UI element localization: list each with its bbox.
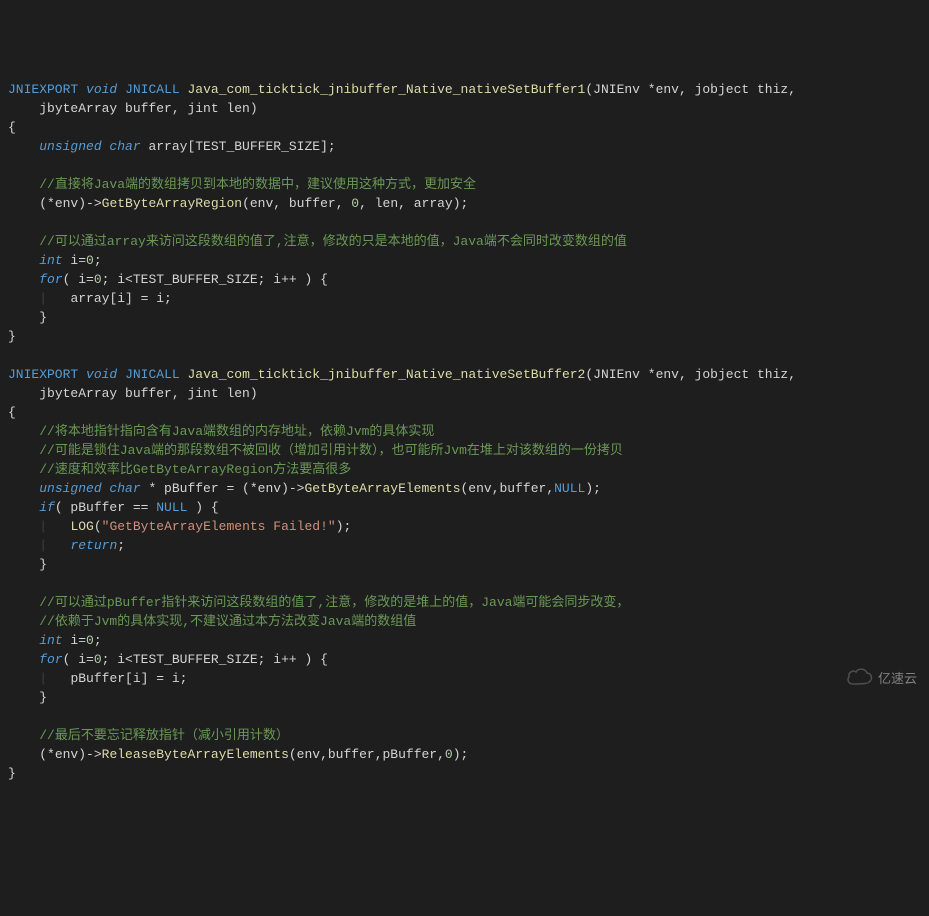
watermark-text: 亿速云 [878,669,917,688]
line: //将本地指针指向含有Java端数组的内存地址，依赖Jvm的具体实现 [8,424,434,439]
line: //速度和效率比GetByteArrayRegion方法要高很多 [8,462,351,477]
line: { [8,120,16,135]
line: for( i=0; i<TEST_BUFFER_SIZE; i++ ) { [8,652,328,667]
line: } [8,329,16,344]
line: unsigned char * pBuffer = (*env)->GetByt… [8,481,601,496]
line: } [8,766,16,781]
line: for( i=0; i<TEST_BUFFER_SIZE; i++ ) { [8,272,328,287]
line: int i=0; [8,633,102,648]
line: int i=0; [8,253,102,268]
line: if( pBuffer == NULL ) { [8,500,219,515]
line: | return; [8,538,125,553]
line: (*env)->GetByteArrayRegion(env, buffer, … [8,196,468,211]
line: (*env)->ReleaseByteArrayElements(env,buf… [8,747,468,762]
line: JNIEXPORT void JNICALL Java_com_ticktick… [8,367,796,382]
line: jbyteArray buffer, jint len) [8,101,258,116]
line: unsigned char array[TEST_BUFFER_SIZE]; [8,139,336,154]
line: //可以通过array来访问这段数组的值了,注意，修改的只是本地的值，Java端… [8,234,627,249]
cloud-icon [832,648,874,709]
line: //依赖于Jvm的具体实现,不建议通过本方法改变Java端的数组值 [8,614,416,629]
line: | array[i] = i; [8,291,172,306]
line: //可以通过pBuffer指针来访问这段数组的值了,注意，修改的是堆上的值，Ja… [8,595,629,610]
line: } [8,557,47,572]
line: JNIEXPORT void JNICALL Java_com_ticktick… [8,82,796,97]
line: | LOG("GetByteArrayElements Failed!"); [8,519,351,534]
line: //可能是锁住Java端的那段数组不被回收（增加引用计数），也可能所Jvm在堆上… [8,443,623,458]
line: //直接将Java端的数组拷贝到本地的数据中，建议使用这种方式，更加安全 [8,177,476,192]
line: } [8,310,47,325]
code-block: JNIEXPORT void JNICALL Java_com_ticktick… [8,80,921,783]
line: | pBuffer[i] = i; [8,671,187,686]
line: jbyteArray buffer, jint len) [8,386,258,401]
line: { [8,405,16,420]
watermark: 亿速云 [832,648,917,709]
line: //最后不要忘记释放指针（减小引用计数） [8,728,289,743]
line: } [8,690,47,705]
